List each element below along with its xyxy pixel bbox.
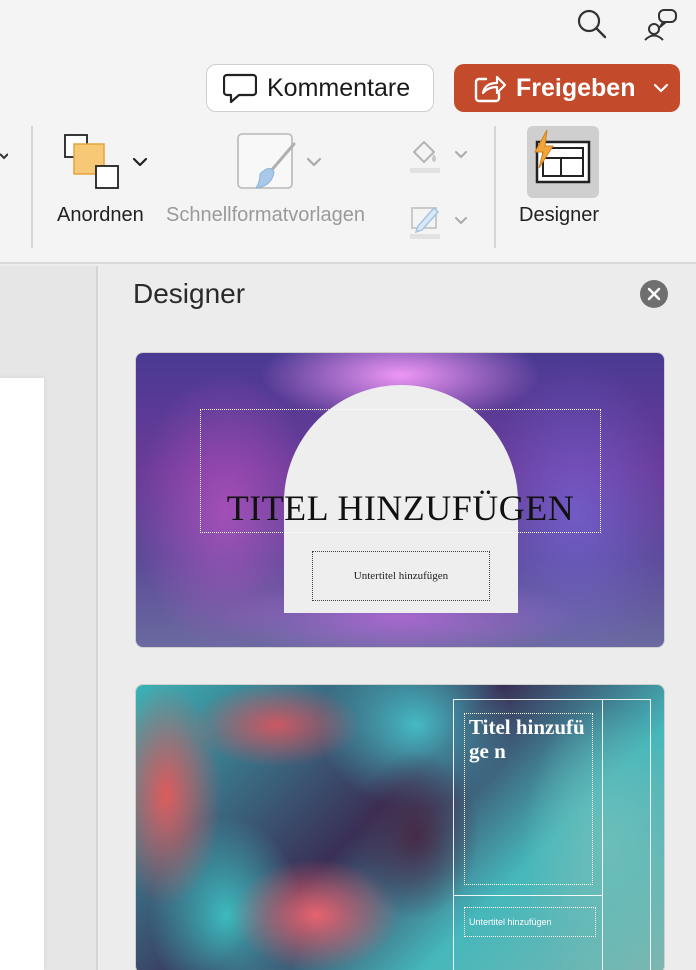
share-icon: [474, 75, 506, 103]
speech-bubble-icon: [223, 73, 257, 104]
people-share-icon: [644, 9, 677, 41]
design-idea-2[interactable]: Titel hinzufüge n Untertitel hinzufügen: [135, 684, 665, 970]
designer-pane: Designer Titel hinzufügen Untertitel hin…: [100, 266, 696, 970]
quick-styles-icon: [237, 133, 296, 189]
close-designer-button[interactable]: [640, 280, 668, 308]
pen-outline-icon: [410, 206, 440, 239]
design-subtitle: Untertitel hinzufügen: [353, 570, 449, 582]
arrange-button[interactable]: [62, 132, 152, 192]
comments-button-label: Kommentare: [267, 73, 411, 102]
ribbon: Anordnen Schnellformatvorlagen Designer: [0, 116, 696, 264]
share-button[interactable]: Freigeben: [454, 64, 680, 112]
chevron-down-icon[interactable]: [454, 150, 468, 160]
search-icon: [577, 9, 607, 39]
ribbon-separator: [31, 126, 33, 248]
search-button[interactable]: [574, 6, 610, 42]
chevron-down-icon[interactable]: [306, 156, 322, 168]
ribbon-separator: [494, 126, 496, 248]
shape-outline-button[interactable]: [408, 204, 472, 240]
designer-pane-title: Designer: [133, 278, 246, 309]
designer-button[interactable]: [527, 126, 599, 198]
subtitle-placeholder: Untertitel hinzufügen: [464, 907, 596, 937]
quick-styles-button[interactable]: [236, 132, 326, 194]
chevron-down-icon[interactable]: [653, 82, 669, 94]
design-subtitle: Untertitel hinzufügen: [469, 917, 552, 927]
chevron-down-icon[interactable]: [132, 156, 148, 168]
frame-divider: [602, 699, 603, 970]
design-title: Titel hinzufüge n: [469, 715, 585, 763]
design-idea-1[interactable]: Titel hinzufügen Untertitel hinzufügen: [135, 352, 665, 648]
collaborate-button[interactable]: [640, 6, 680, 42]
comments-button[interactable]: Kommentare: [206, 64, 434, 112]
title-toolbar: Kommentare Freigeben: [0, 0, 696, 116]
arrange-label: Anordnen: [57, 204, 144, 226]
share-button-label: Freigeben: [516, 73, 636, 102]
shape-fill-button[interactable]: [408, 138, 472, 174]
close-icon: [647, 287, 661, 301]
arrange-icon: [64, 134, 119, 189]
designer-label: Designer: [519, 204, 600, 226]
slide-canvas[interactable]: [0, 378, 44, 970]
chevron-down-icon[interactable]: [454, 216, 468, 226]
quick-styles-label: Schnellformatvorlagen: [166, 204, 365, 226]
designer-icon: [534, 129, 591, 184]
subtitle-placeholder: Untertitel hinzufügen: [312, 551, 490, 601]
paint-bucket-icon: [410, 141, 440, 173]
design-title: Titel hinzufügen: [226, 488, 575, 528]
frame-divider: [453, 895, 602, 896]
chevron-down-icon[interactable]: [0, 150, 8, 164]
